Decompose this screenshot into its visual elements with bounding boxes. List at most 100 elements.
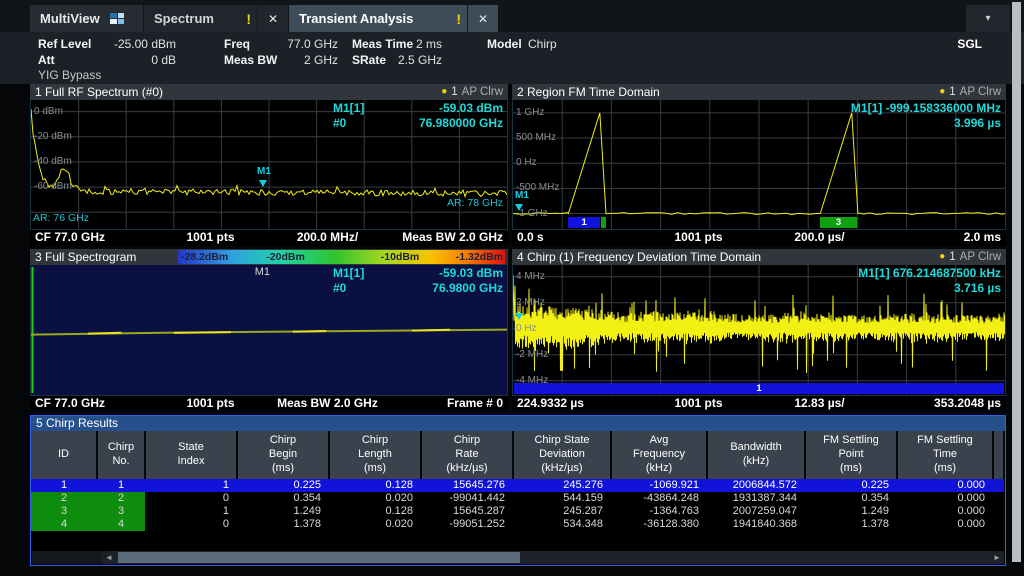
table-row[interactable]: 1110.2250.12815645.276245.276-1069.92120… [31, 479, 1004, 492]
column-header[interactable]: ID [31, 431, 97, 479]
panel4-title-bar[interactable]: 4 Chirp (1) Frequency Deviation Time Dom… [512, 249, 1006, 265]
tab-multiview[interactable]: MultiView [30, 5, 143, 32]
colorbar-max: -1.32dBm [456, 250, 503, 264]
column-header[interactable]: Bandwidth (kHz) [707, 431, 805, 479]
panel1-title-bar[interactable]: 1 Full RF Spectrum (#0) ● 1 AP Clrw [30, 84, 508, 100]
close-icon[interactable]: ✕ [257, 5, 288, 32]
meas-bw-value[interactable]: 2 GHz [258, 53, 338, 67]
chirp-region-bar[interactable]: 1 [514, 383, 1004, 394]
scrollbar-thumb[interactable] [118, 552, 520, 563]
analyzer-screen: MultiView Spectrum ! ✕ Transient Analysi… [0, 0, 1024, 576]
table-cell: 1.249 [805, 505, 897, 518]
att-value[interactable]: 0 dB [88, 53, 176, 67]
table-cell: 3 [31, 505, 97, 518]
scrollbar-track[interactable] [116, 551, 990, 564]
y-axis-label: 2 MHz [516, 297, 545, 308]
table-cell: 1.249 [237, 505, 329, 518]
table-cell: 0.354 [237, 492, 329, 505]
table-cell: 2 [31, 492, 97, 505]
table-cell: 0.000 [897, 492, 993, 505]
table-cell: 544.159 [513, 492, 611, 505]
stop-time: 2.0 ms [880, 230, 1001, 246]
column-header[interactable]: Chirp Rate (kHz/µs) [421, 431, 513, 479]
y-axis-label: -60 dBm [34, 181, 72, 192]
panel2-marker-readout: M1[1] -999.158336000 MHz 3.996 µs [851, 101, 1001, 131]
tab-spectrum[interactable]: Spectrum ! ✕ [144, 5, 288, 32]
horizontal-scrollbar[interactable]: ◄ ► [32, 551, 1004, 564]
panel3-title-bar[interactable]: 3 Full Spectrogram -28.2dBm -20dBm -10dB… [30, 249, 508, 265]
table-cell: 0.128 [329, 505, 421, 518]
chevron-down-icon[interactable]: ▾ [966, 5, 1010, 32]
table-cell: 2 [97, 492, 145, 505]
trace-badge: ● 1 AP Clrw [441, 84, 503, 100]
srate-value[interactable]: 2.5 GHz [392, 53, 442, 67]
close-icon[interactable]: ✕ [467, 5, 498, 32]
table-row[interactable]: 2200.3540.020-99041.442544.159-43864.248… [31, 492, 1004, 505]
y-axis-label: -2 MHz [516, 349, 548, 360]
scale-per-div: 12.83 µs/ [759, 396, 880, 412]
table-cell: 0.354 [805, 492, 897, 505]
window-chirp-results: 5 Chirp Results IDChirp No.State IndexCh… [30, 415, 1006, 566]
table-cell: 15645.287 [421, 505, 513, 518]
meas-time-value[interactable]: 2 ms [392, 37, 442, 51]
marker-m1-icon[interactable] [259, 180, 267, 187]
column-header[interactable]: Chirp No. [97, 431, 145, 479]
table-cell: -36128.380 [611, 518, 707, 531]
panel2-footer: 0.0 s 1001 pts 200.0 µs/ 2.0 ms [512, 230, 1006, 246]
trace-badge: ● 1 AP Clrw [939, 249, 1001, 265]
points: 1001 pts [152, 230, 269, 246]
panel4-footer: 224.9332 µs 1001 pts 12.83 µs/ 353.2048 … [512, 396, 1006, 412]
trace-dot-icon: ● [939, 249, 945, 265]
marker-m1-icon[interactable] [515, 313, 523, 320]
table-cell: 1 [97, 479, 145, 492]
scroll-right-icon[interactable]: ► [990, 551, 1004, 564]
column-header[interactable]: State Index [145, 431, 237, 479]
freq-value[interactable]: 77.0 GHz [258, 37, 338, 51]
table-cell: 0 [145, 492, 237, 505]
y-axis-label: 0 Hz [516, 157, 537, 168]
table-cell: 534.348 [513, 518, 611, 531]
single-sweep-badge: SGL [957, 37, 982, 51]
panel3-title: 3 Full Spectrogram [35, 249, 136, 265]
table-title-bar[interactable]: 5 Chirp Results [31, 416, 1005, 431]
y-axis-label: 4 MHz [516, 271, 545, 282]
column-header[interactable]: Chirp State Deviation (kHz/µs) [513, 431, 611, 479]
chirp-region-bar[interactable]: 1 [568, 217, 599, 228]
table-cell: -1069.921 [611, 479, 707, 492]
column-header[interactable]: Avg Frequency (kHz) [611, 431, 707, 479]
y-axis-label: -40 dBm [34, 156, 72, 167]
scroll-left-icon[interactable]: ◄ [102, 551, 116, 564]
table-cell: 0.000 [897, 505, 993, 518]
chirp-region-bar[interactable]: 3 [820, 217, 857, 228]
panel2-title-bar[interactable]: 2 Region FM Time Domain ● 1 AP Clrw [512, 84, 1006, 100]
side-panel-handle[interactable] [1012, 2, 1021, 562]
y-axis-label: 0 dBm [34, 106, 63, 117]
yig-bypass-label: YIG Bypass [38, 68, 101, 82]
config-bar: Ref Level -25.00 dBm Freq 77.0 GHz Meas … [0, 32, 1024, 84]
table-row[interactable]: 3311.2490.12815645.287245.287-1364.76320… [31, 505, 1004, 518]
column-header[interactable]: Chirp Begin (ms) [237, 431, 329, 479]
scrollbar-spacer [32, 551, 102, 564]
window-chirp-freq-deviation: 4 Chirp (1) Frequency Deviation Time Dom… [512, 249, 1006, 412]
panel3-footer: CF 77.0 GHz 1001 pts Meas BW 2.0 GHz Fra… [30, 396, 508, 412]
panel4-title: 4 Chirp (1) Frequency Deviation Time Dom… [517, 249, 761, 265]
srate-label: SRate [352, 53, 386, 67]
table-cell: 245.276 [513, 479, 611, 492]
table-cell: -1364.763 [611, 505, 707, 518]
scale-per-div: 200.0 µs/ [759, 230, 880, 246]
column-header[interactable]: FM Settling Time (ms) [897, 431, 993, 479]
table-cell: 1931387.344 [707, 492, 805, 505]
column-header[interactable]: Chirp Length (ms) [329, 431, 421, 479]
panel4-graph: M1[1] 676.214687500 kHz 3.716 µs 4 MHz2 … [512, 265, 1006, 396]
marker-m1-icon[interactable] [515, 204, 523, 211]
points: 1001 pts [638, 230, 759, 246]
tab-transient-analysis[interactable]: Transient Analysis ! ✕ [289, 5, 498, 32]
chirp-region-bar[interactable] [601, 217, 607, 228]
ref-level-value[interactable]: -25.00 dBm [88, 37, 176, 51]
table-row[interactable]: 4401.3780.020-99051.252534.348-36128.380… [31, 518, 1004, 531]
tab-multiview-label: MultiView [30, 11, 100, 26]
model-value[interactable]: Chirp [528, 37, 557, 51]
panel1-marker-readout: M1[1]-59.03 dBm #076.980000 GHz [333, 101, 503, 131]
column-header[interactable]: FM Settling Point (ms) [805, 431, 897, 479]
table-header-row: IDChirp No.State IndexChirp Begin (ms)Ch… [31, 431, 1004, 479]
